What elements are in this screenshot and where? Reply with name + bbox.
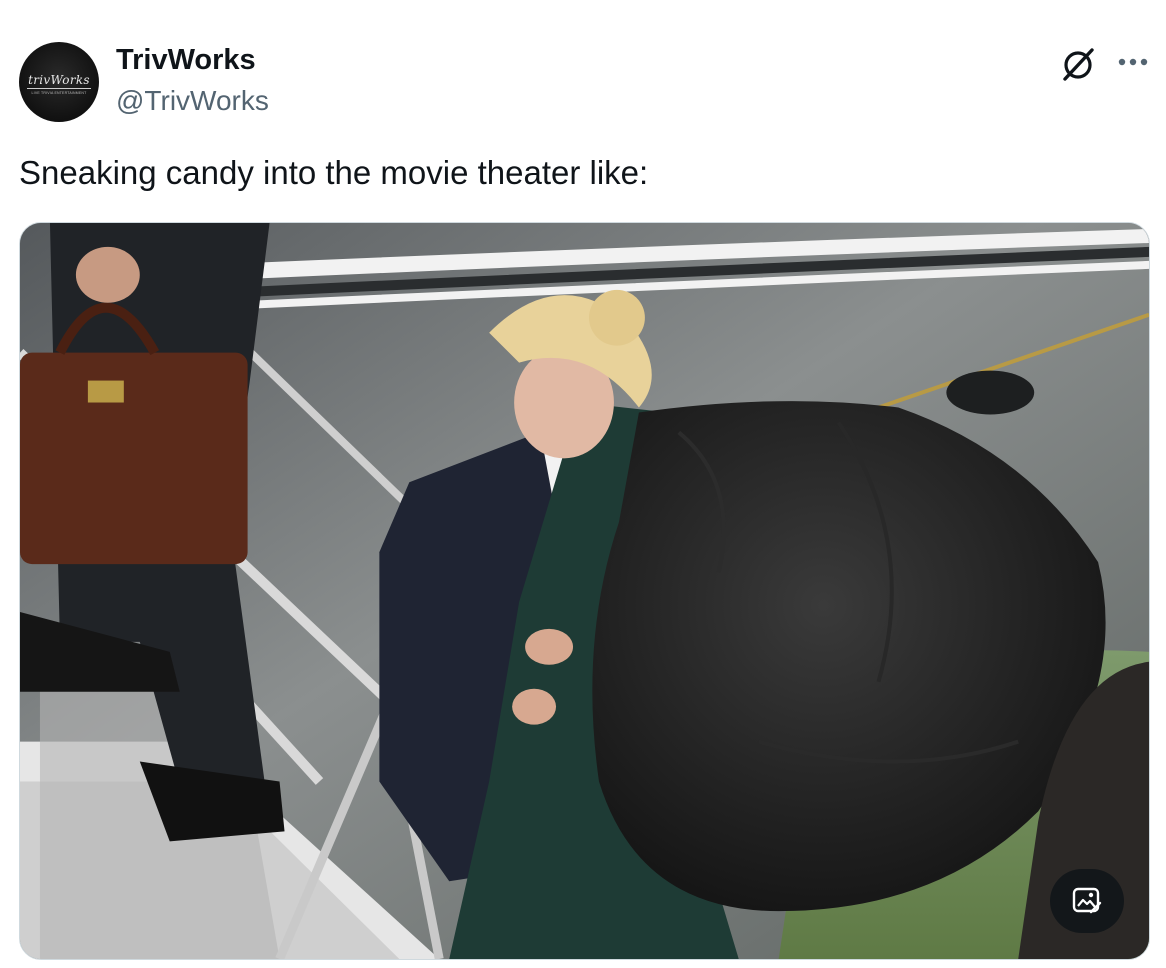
- image-alt-icon: [1072, 887, 1102, 914]
- avatar[interactable]: trivWorks LIVE TRIVIA ENTERTAINMENT: [19, 42, 99, 122]
- image-alt-button[interactable]: [1050, 869, 1124, 933]
- tweet-text: Sneaking candy into the movie theater li…: [19, 154, 649, 191]
- avatar-logo-underline: [27, 88, 91, 89]
- avatar-logo-text: trivWorks: [28, 73, 90, 87]
- more-icon[interactable]: [1115, 50, 1151, 74]
- photo-scene: [20, 223, 1149, 959]
- author-name[interactable]: TrivWorks: [116, 44, 256, 77]
- grok-icon[interactable]: [1058, 44, 1098, 84]
- avatar-tagline: LIVE TRIVIA ENTERTAINMENT: [31, 91, 87, 95]
- author-handle[interactable]: @TrivWorks: [116, 85, 269, 117]
- tweet-photo[interactable]: [19, 222, 1150, 960]
